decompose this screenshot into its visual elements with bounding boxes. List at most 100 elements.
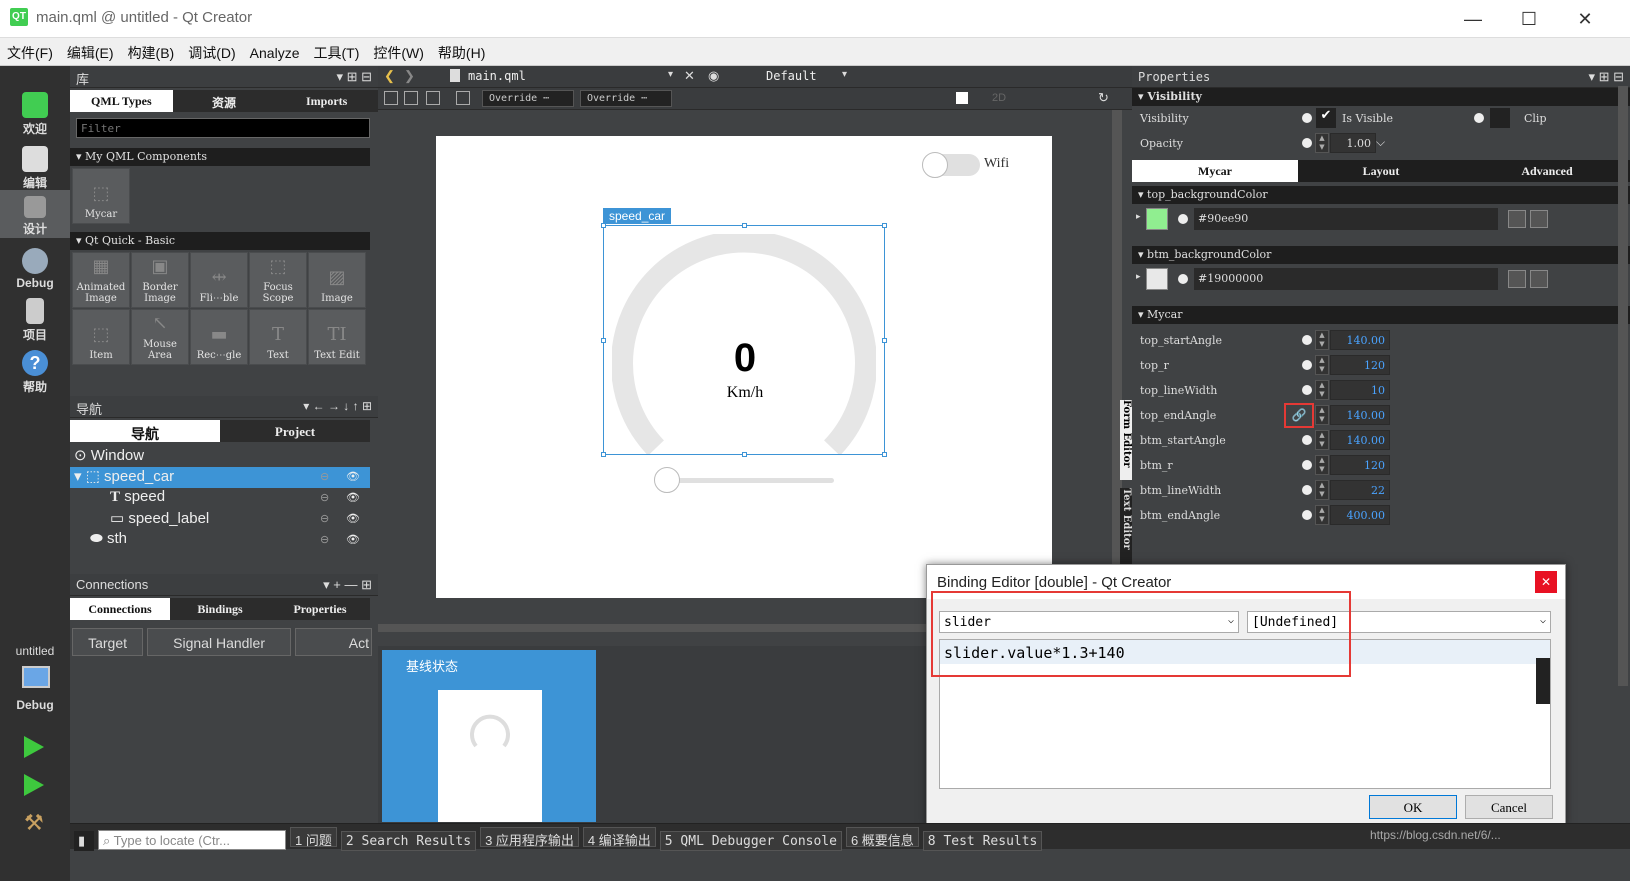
lib-item-focus-scope[interactable]: ⬚ Focus Scope [249,252,307,308]
menu-edit[interactable]: 编辑(E) [60,38,121,68]
mode-design[interactable]: 设计 [0,190,70,238]
lib-item-animated-image[interactable]: ▦ Animated Image [72,252,130,308]
library-filter-input[interactable] [76,118,370,138]
section-qt-quick-basic[interactable]: ▾ Qt Quick - Basic [70,232,370,250]
section-my-qml-components[interactable]: ▾ My QML Components [70,148,370,166]
top-color-field[interactable]: #90ee90 [1194,208,1498,230]
tab-qml-types[interactable]: QML Types [70,90,173,112]
kit-config[interactable]: Debug [0,698,70,712]
tree-row-speed-label[interactable]: ▭ speed_label ⊖ 👁 [70,509,370,530]
close-file-icon[interactable]: ✕ [684,68,695,84]
output-issues[interactable]: 1 问题 [290,827,337,848]
override-height-field[interactable]: Override ⋯ [580,90,672,107]
properties-scrollbar[interactable] [1618,86,1628,686]
toggle-sidebar-icon[interactable]: ▮ [74,831,94,851]
tab-mycar[interactable]: Mycar [1132,160,1298,182]
lib-item-rectangle[interactable]: ▬ Rec⋯gle [190,309,248,365]
config-select[interactable]: Default [766,69,817,83]
btm-color-field[interactable]: #19000000 [1194,268,1498,290]
mode-2d-label[interactable]: 2D [992,92,1006,104]
lib-item-mycar[interactable]: ⬚ Mycar [72,168,130,224]
file-dropdown-icon[interactable]: ▾ [668,69,673,80]
tab-properties[interactable]: Properties [270,598,370,620]
menu-tools[interactable]: 工具(T) [306,38,366,68]
override-width-field[interactable]: Override ⋯ [482,90,574,107]
menu-debug[interactable]: 调试(D) [181,38,242,68]
locator-input[interactable]: ⌕ Type to locate (Ctr... [98,830,286,850]
top-color-swatch[interactable] [1146,208,1168,230]
output-qml-debugger[interactable]: 5 QML Debugger Console [659,831,842,851]
output-search-results[interactable]: 2 Search Results [340,831,477,851]
tab-advanced[interactable]: Advanced [1464,160,1630,182]
build-hammer-icon[interactable]: ⚒ [24,810,44,836]
tree-row-sth[interactable]: ⬬ sth ⊖ 👁 [70,530,370,551]
tab-bindings[interactable]: Bindings [170,598,270,620]
clip-checkbox[interactable] [1490,108,1510,128]
lib-item-item[interactable]: ⬚ Item [72,309,130,365]
live-preview-icon[interactable]: ◉ [708,68,719,84]
tab-navigator[interactable]: 导航 [70,420,220,442]
menu-build[interactable]: 构建(B) [121,38,182,68]
opacity-dropdown-icon[interactable]: ⌵ [1376,135,1385,150]
slider-track[interactable] [666,478,834,483]
lib-item-image[interactable]: ▨ Image [308,252,366,308]
lib-item-text[interactable]: T Text [249,309,307,365]
tab-connections[interactable]: Connections [70,598,170,620]
opacity-value[interactable]: 1.00 [1330,133,1376,153]
color-picker-icon[interactable] [1508,210,1526,228]
run-icon[interactable] [24,736,44,758]
section-top-bg-color[interactable]: ▾ top_backgroundColor [1132,186,1630,204]
output-general-messages[interactable]: 6 概要信息 [845,827,919,848]
output-application[interactable]: 3 应用程序输出 [480,827,579,848]
mode-projects[interactable]: 项目 [0,298,70,343]
menu-window[interactable]: 控件(W) [366,38,431,68]
tab-layout[interactable]: Layout [1298,160,1464,182]
binding-dot-icon[interactable] [1302,113,1312,123]
lib-item-mouse-area[interactable]: ↖ Mouse Area [131,309,189,365]
menu-file[interactable]: 文件(F) [0,38,60,68]
bounds-icon[interactable] [426,91,440,105]
slider-handle[interactable] [654,467,680,493]
section-visibility[interactable]: ▾ Visibility [1132,88,1630,106]
lib-item-text-edit[interactable]: TI Text Edit [308,309,366,365]
base-state[interactable]: 基线状态 [382,650,596,822]
computer-icon[interactable] [22,666,50,688]
binding-link-icon[interactable]: 🔗 [1284,403,1314,428]
back-icon[interactable]: ❮ [384,68,395,84]
mode-help[interactable]: ? 帮助 [0,350,70,395]
maximize-icon[interactable]: ☐ [1506,4,1552,34]
window-canvas[interactable]: Wifi speed_car 0 Km/h [436,136,1052,598]
btm-transparent-color-icon[interactable] [1530,270,1548,288]
speed-car-component[interactable]: 0 Km/h [601,223,887,457]
btm-color-binding-dot[interactable] [1178,274,1188,284]
form-editor-tab[interactable]: Form Editor [1120,400,1132,480]
forward-icon[interactable]: ❯ [404,68,415,84]
ok-button[interactable]: OK [1369,795,1457,819]
open-file-name[interactable]: main.qml [468,69,526,83]
lib-item-border-image[interactable]: ▣ Border Image [131,252,189,308]
column-signal-handler[interactable]: Signal Handler [147,628,292,656]
menu-help[interactable]: 帮助(H) [431,38,492,68]
opacity-binding-dot[interactable] [1302,138,1312,148]
editor-scrollbar[interactable] [1536,658,1550,704]
section-btm-bg-color[interactable]: ▾ btm_backgroundColor [1132,246,1630,264]
tab-resources[interactable]: 资源 [172,90,276,112]
visible-checkbox[interactable]: ✔ [1316,108,1336,128]
minimize-icon[interactable]: — [1450,4,1496,34]
column-target[interactable]: Target [72,628,144,656]
switch-handle[interactable] [922,152,948,178]
btm-color-picker-icon[interactable] [1508,270,1526,288]
clip-binding-dot[interactable] [1474,113,1484,123]
config-dropdown-icon[interactable]: ▾ [842,69,847,80]
wifi-switch[interactable] [922,152,980,178]
tree-row-speed[interactable]: T speed ⊖ 👁 [70,488,370,509]
background-color-icon[interactable] [956,92,968,104]
tab-imports[interactable]: Imports [275,90,379,112]
tree-row-window[interactable]: ⊙ Window [70,446,370,467]
cancel-button[interactable]: Cancel [1465,795,1553,819]
btm-color-swatch[interactable] [1146,268,1168,290]
close-icon[interactable]: ✕ [1562,4,1608,34]
text-editor-tab[interactable]: Text Editor [1120,488,1132,568]
debug-run-icon[interactable] [24,774,44,796]
dialog-close-icon[interactable]: ✕ [1535,571,1557,593]
